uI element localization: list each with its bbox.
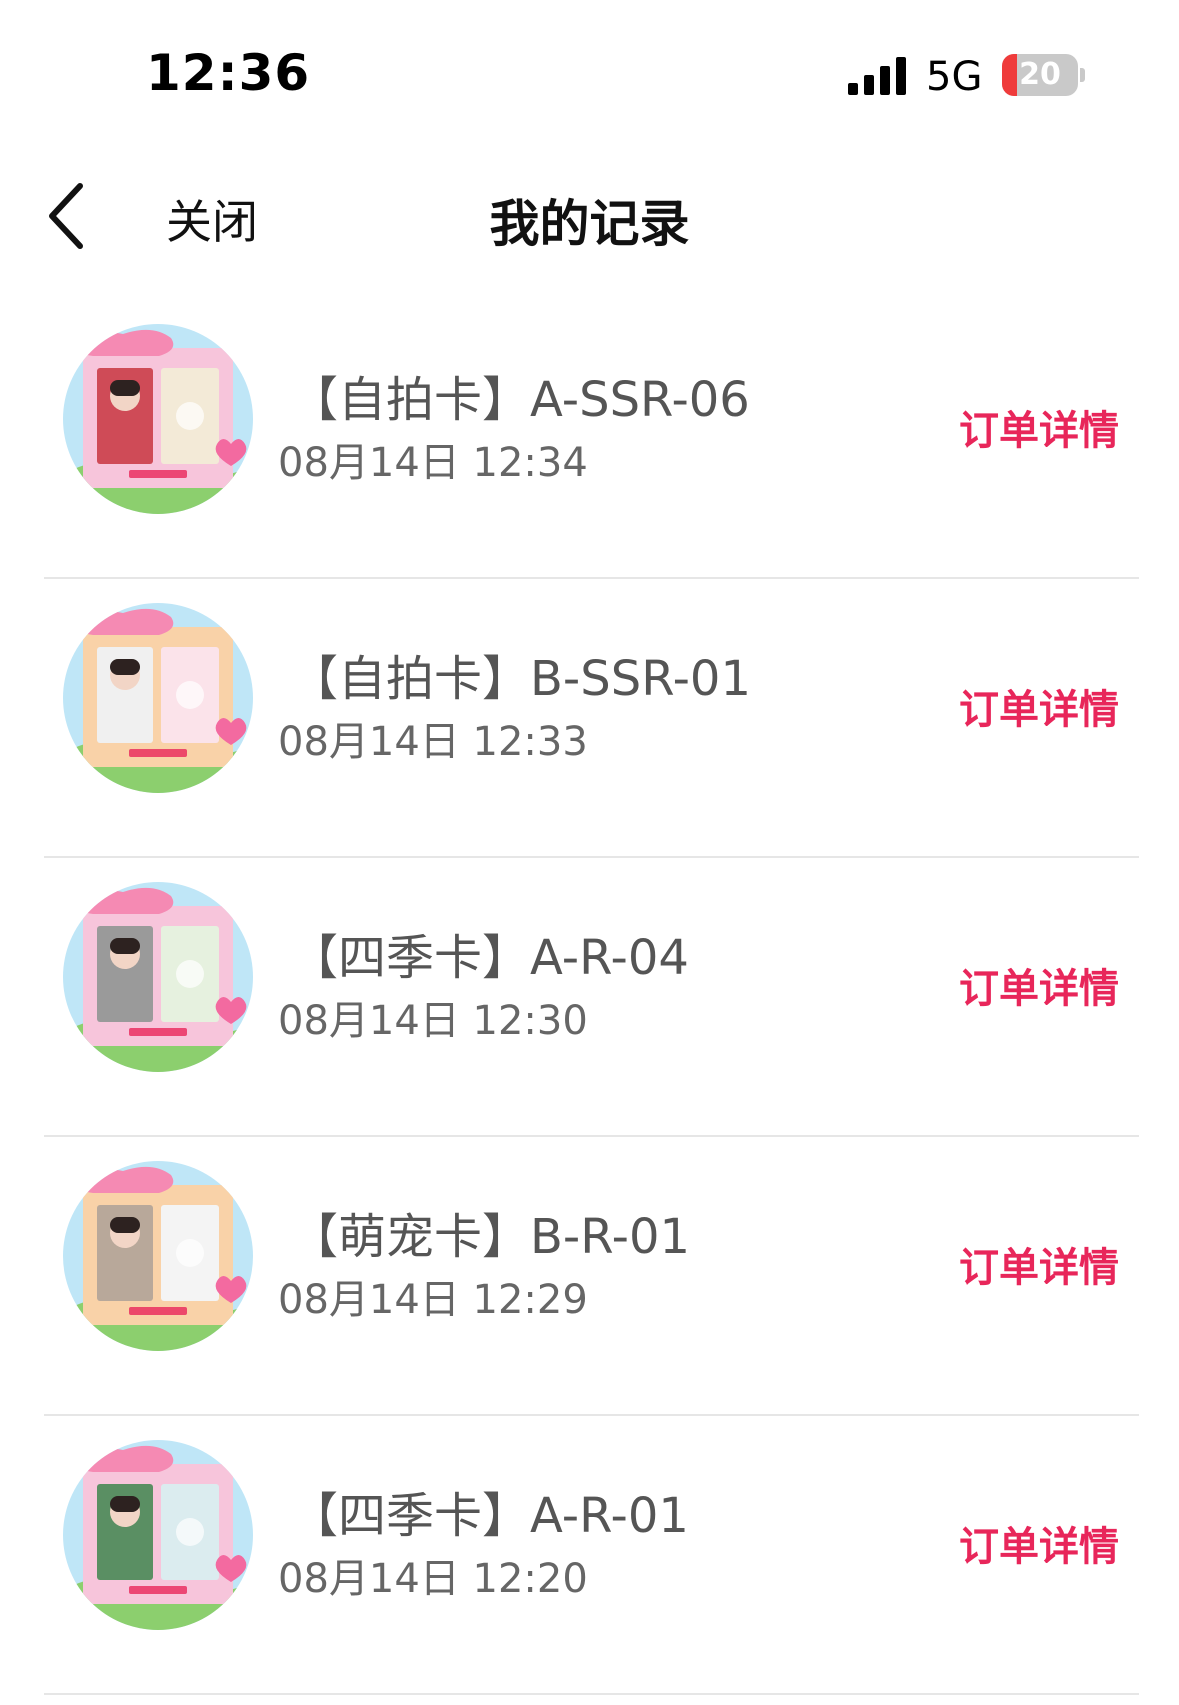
card-thumbnail-image: [63, 882, 253, 1072]
record-time: 08月14日 12:20: [278, 1556, 588, 1602]
record-title: 【自拍卡】A-SSR-06: [290, 372, 750, 428]
record-time: 08月14日 12:34: [278, 440, 588, 486]
status-time: 12:36: [146, 44, 311, 102]
record-time: 08月14日 12:29: [278, 1277, 588, 1323]
record-list: 【自拍卡】A-SSR-06 08月14日 12:34 订单详情 【自拍卡】B-S…: [0, 300, 1179, 1695]
record-row-5[interactable]: 【四季卡】A-R-01 08月14日 12:20 订单详情: [0, 1416, 1179, 1695]
battery-body: 20: [1002, 54, 1078, 96]
record-title: 【自拍卡】B-SSR-01: [290, 651, 751, 707]
record-thumbnail: [63, 1440, 253, 1630]
order-details-link[interactable]: 订单详情: [959, 956, 1119, 1014]
record-title: 【四季卡】A-R-01: [290, 1488, 689, 1544]
record-thumbnail: [63, 324, 253, 514]
record-thumbnail: [63, 1161, 253, 1351]
card-thumbnail-image: [63, 1161, 253, 1351]
signal-icon: [848, 57, 906, 95]
record-thumbnail: [63, 882, 253, 1072]
record-title: 【四季卡】A-R-04: [290, 930, 689, 986]
record-thumbnail: [63, 603, 253, 793]
order-details-link[interactable]: 订单详情: [959, 677, 1119, 735]
record-row-4[interactable]: 【萌宠卡】B-R-01 08月14日 12:29 订单详情: [0, 1137, 1179, 1416]
page-title: 我的记录: [489, 195, 690, 253]
order-details-link[interactable]: 订单详情: [959, 1514, 1119, 1572]
divider: [44, 1693, 1139, 1695]
record-row-1[interactable]: 【自拍卡】A-SSR-06 08月14日 12:34 订单详情: [0, 300, 1179, 579]
record-time: 08月14日 12:30: [278, 998, 588, 1044]
card-thumbnail-image: [63, 603, 253, 793]
order-details-link[interactable]: 订单详情: [959, 398, 1119, 456]
card-thumbnail-image: [63, 1440, 253, 1630]
order-details-link[interactable]: 订单详情: [959, 1235, 1119, 1293]
status-bar: 12:36 5G 20: [0, 0, 1179, 150]
battery-percent: 20: [1019, 57, 1061, 92]
record-row-2[interactable]: 【自拍卡】B-SSR-01 08月14日 12:33 订单详情: [0, 579, 1179, 858]
card-thumbnail-image: [63, 324, 253, 514]
battery-indicator: 20: [1002, 54, 1086, 96]
record-title: 【萌宠卡】B-R-01: [290, 1209, 691, 1265]
record-row-3[interactable]: 【四季卡】A-R-04 08月14日 12:30 订单详情: [0, 858, 1179, 1137]
nav-bar: 关闭 我的记录: [0, 160, 1179, 270]
battery-cap: [1080, 68, 1085, 82]
network-label: 5G: [926, 54, 983, 100]
record-time: 08月14日 12:33: [278, 719, 588, 765]
